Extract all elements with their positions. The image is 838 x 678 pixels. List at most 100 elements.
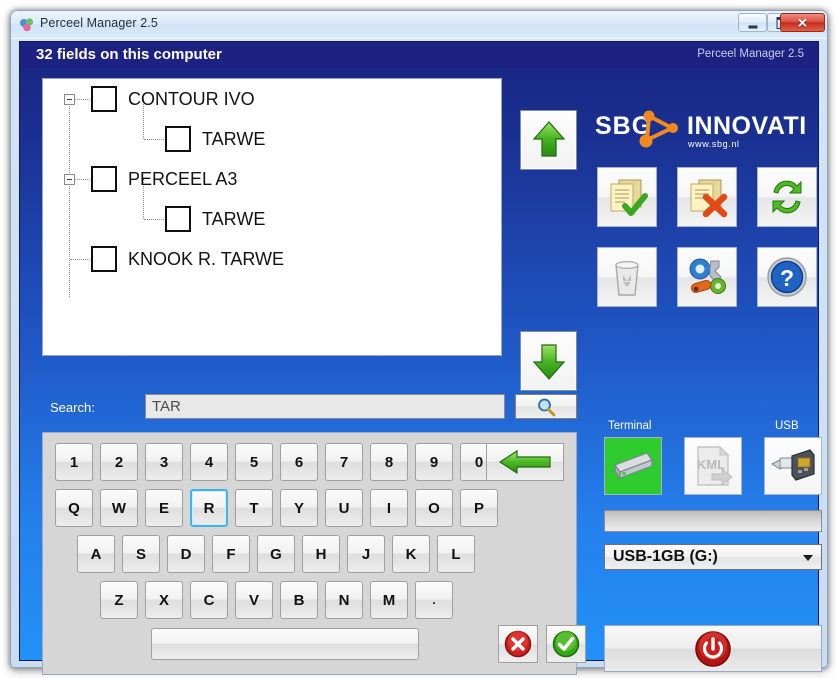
svg-text:www.sbg.nl: www.sbg.nl	[687, 139, 740, 149]
key-d[interactable]: D	[167, 535, 205, 573]
svg-text:?: ?	[780, 265, 794, 291]
sbg-innovatie-logo: SBG INNOVATIE www.sbg.nl	[595, 110, 807, 149]
key-p[interactable]: P	[460, 489, 498, 527]
key-k[interactable]: K	[392, 535, 430, 573]
tree-item-label: TARWE	[202, 209, 266, 229]
tree-item-label: CONTOUR IVO	[128, 89, 255, 109]
key-q[interactable]: Q	[55, 489, 93, 527]
refresh-button[interactable]	[757, 167, 817, 227]
key-y[interactable]: Y	[280, 489, 318, 527]
tree-trunk-line	[69, 99, 70, 297]
key-c[interactable]: C	[190, 581, 228, 619]
key-period[interactable]: .	[415, 581, 453, 619]
key-v[interactable]: V	[235, 581, 273, 619]
key-2[interactable]: 2	[100, 443, 138, 481]
space-key[interactable]	[151, 628, 419, 660]
trash-button[interactable]	[597, 247, 657, 307]
tree-item-label: TARWE	[202, 129, 266, 149]
cancel-button[interactable]	[498, 625, 538, 663]
key-4[interactable]: 4	[190, 443, 228, 481]
tree-checkbox-3[interactable]	[165, 206, 191, 232]
search-button[interactable]	[515, 394, 577, 419]
key-r[interactable]: R	[190, 489, 228, 527]
key-x[interactable]: X	[145, 581, 183, 619]
key-a[interactable]: A	[77, 535, 115, 573]
terminal-transfer-button[interactable]	[604, 437, 662, 495]
key-7[interactable]: 7	[325, 443, 363, 481]
tree-checkbox-2[interactable]	[91, 166, 117, 192]
key-n[interactable]: N	[325, 581, 363, 619]
tree-item-label: KNOOK R. TARWE	[128, 249, 285, 269]
kml-export-icon: KML	[697, 445, 733, 487]
green-refresh-icon	[772, 180, 802, 214]
hard-drive-icon	[614, 452, 653, 480]
blue-question-icon: ?	[767, 257, 807, 297]
app-header-bar: 32 fields on this computer Perceel Manag…	[20, 42, 818, 68]
green-down-arrow-icon	[532, 344, 565, 380]
usb-transfer-button[interactable]	[764, 437, 822, 495]
tree-expander-2[interactable]	[64, 174, 75, 185]
ok-button[interactable]	[546, 625, 586, 663]
terminal-label: Terminal	[608, 420, 652, 432]
key-m[interactable]: M	[370, 581, 408, 619]
minimize-button[interactable]	[738, 13, 767, 32]
key-1[interactable]: 1	[55, 443, 93, 481]
application-canvas: 32 fields on this computer Perceel Manag…	[19, 41, 822, 675]
backspace-key[interactable]	[486, 443, 564, 481]
search-input[interactable]	[145, 394, 505, 419]
tree-expander-0[interactable]	[64, 94, 75, 105]
key-s[interactable]: S	[122, 535, 160, 573]
tree-checkbox-4[interactable]	[91, 246, 117, 272]
tree-checkbox-0[interactable]	[91, 86, 117, 112]
key-f[interactable]: F	[212, 535, 250, 573]
help-button[interactable]: ?	[757, 247, 817, 307]
field-tree-panel[interactable]: CONTOUR IVO TARWE PERCEEL A3 TARWE KNOOK…	[42, 78, 502, 356]
key-3[interactable]: 3	[145, 443, 183, 481]
red-x-circle-icon	[504, 630, 532, 658]
usb-stick-icon	[770, 449, 815, 481]
kml-export-button[interactable]: KML	[684, 437, 742, 495]
search-label: Search:	[50, 400, 95, 415]
key-6[interactable]: 6	[280, 443, 318, 481]
green-up-arrow-icon	[532, 121, 565, 157]
documents-delete-icon	[690, 179, 728, 218]
svg-text:INNOVATIE: INNOVATIE	[687, 112, 807, 140]
drive-select-dropdown[interactable]: USB-1GB (G:)	[604, 544, 822, 570]
key-5[interactable]: 5	[235, 443, 273, 481]
key-g[interactable]: G	[257, 535, 295, 573]
key-i[interactable]: I	[370, 489, 408, 527]
exit-button[interactable]	[604, 625, 822, 672]
transfer-progress-bar	[604, 510, 822, 532]
deselect-all-button[interactable]	[677, 167, 737, 227]
gears-wrench-icon	[689, 258, 726, 294]
chevron-down-icon	[803, 555, 813, 561]
desktop-background: Perceel Manager 2.5 32 fields on this co…	[0, 0, 838, 678]
tree-connector-line	[144, 219, 166, 220]
key-u[interactable]: U	[325, 489, 363, 527]
key-9[interactable]: 9	[415, 443, 453, 481]
magnifier-icon	[538, 398, 556, 416]
scroll-up-button[interactable]	[520, 110, 577, 170]
recycle-bin-icon	[615, 260, 639, 296]
key-h[interactable]: H	[302, 535, 340, 573]
key-o[interactable]: O	[415, 489, 453, 527]
key-8[interactable]: 8	[370, 443, 408, 481]
key-e[interactable]: E	[145, 489, 183, 527]
svg-text:KML: KML	[697, 457, 725, 472]
key-j[interactable]: J	[347, 535, 385, 573]
key-b[interactable]: B	[280, 581, 318, 619]
window-title-text: Perceel Manager 2.5	[40, 16, 158, 30]
window-title-bar[interactable]: Perceel Manager 2.5	[11, 11, 827, 39]
key-t[interactable]: T	[235, 489, 273, 527]
scroll-down-button[interactable]	[520, 331, 577, 391]
red-power-icon	[695, 630, 731, 667]
settings-button[interactable]	[677, 247, 737, 307]
key-l[interactable]: L	[437, 535, 475, 573]
key-w[interactable]: W	[100, 489, 138, 527]
close-button[interactable]	[780, 13, 825, 32]
tree-checkbox-1[interactable]	[165, 126, 191, 152]
green-check-circle-icon	[552, 630, 580, 658]
select-all-button[interactable]	[597, 167, 657, 227]
green-left-arrow-icon	[498, 449, 551, 475]
key-z[interactable]: Z	[100, 581, 138, 619]
